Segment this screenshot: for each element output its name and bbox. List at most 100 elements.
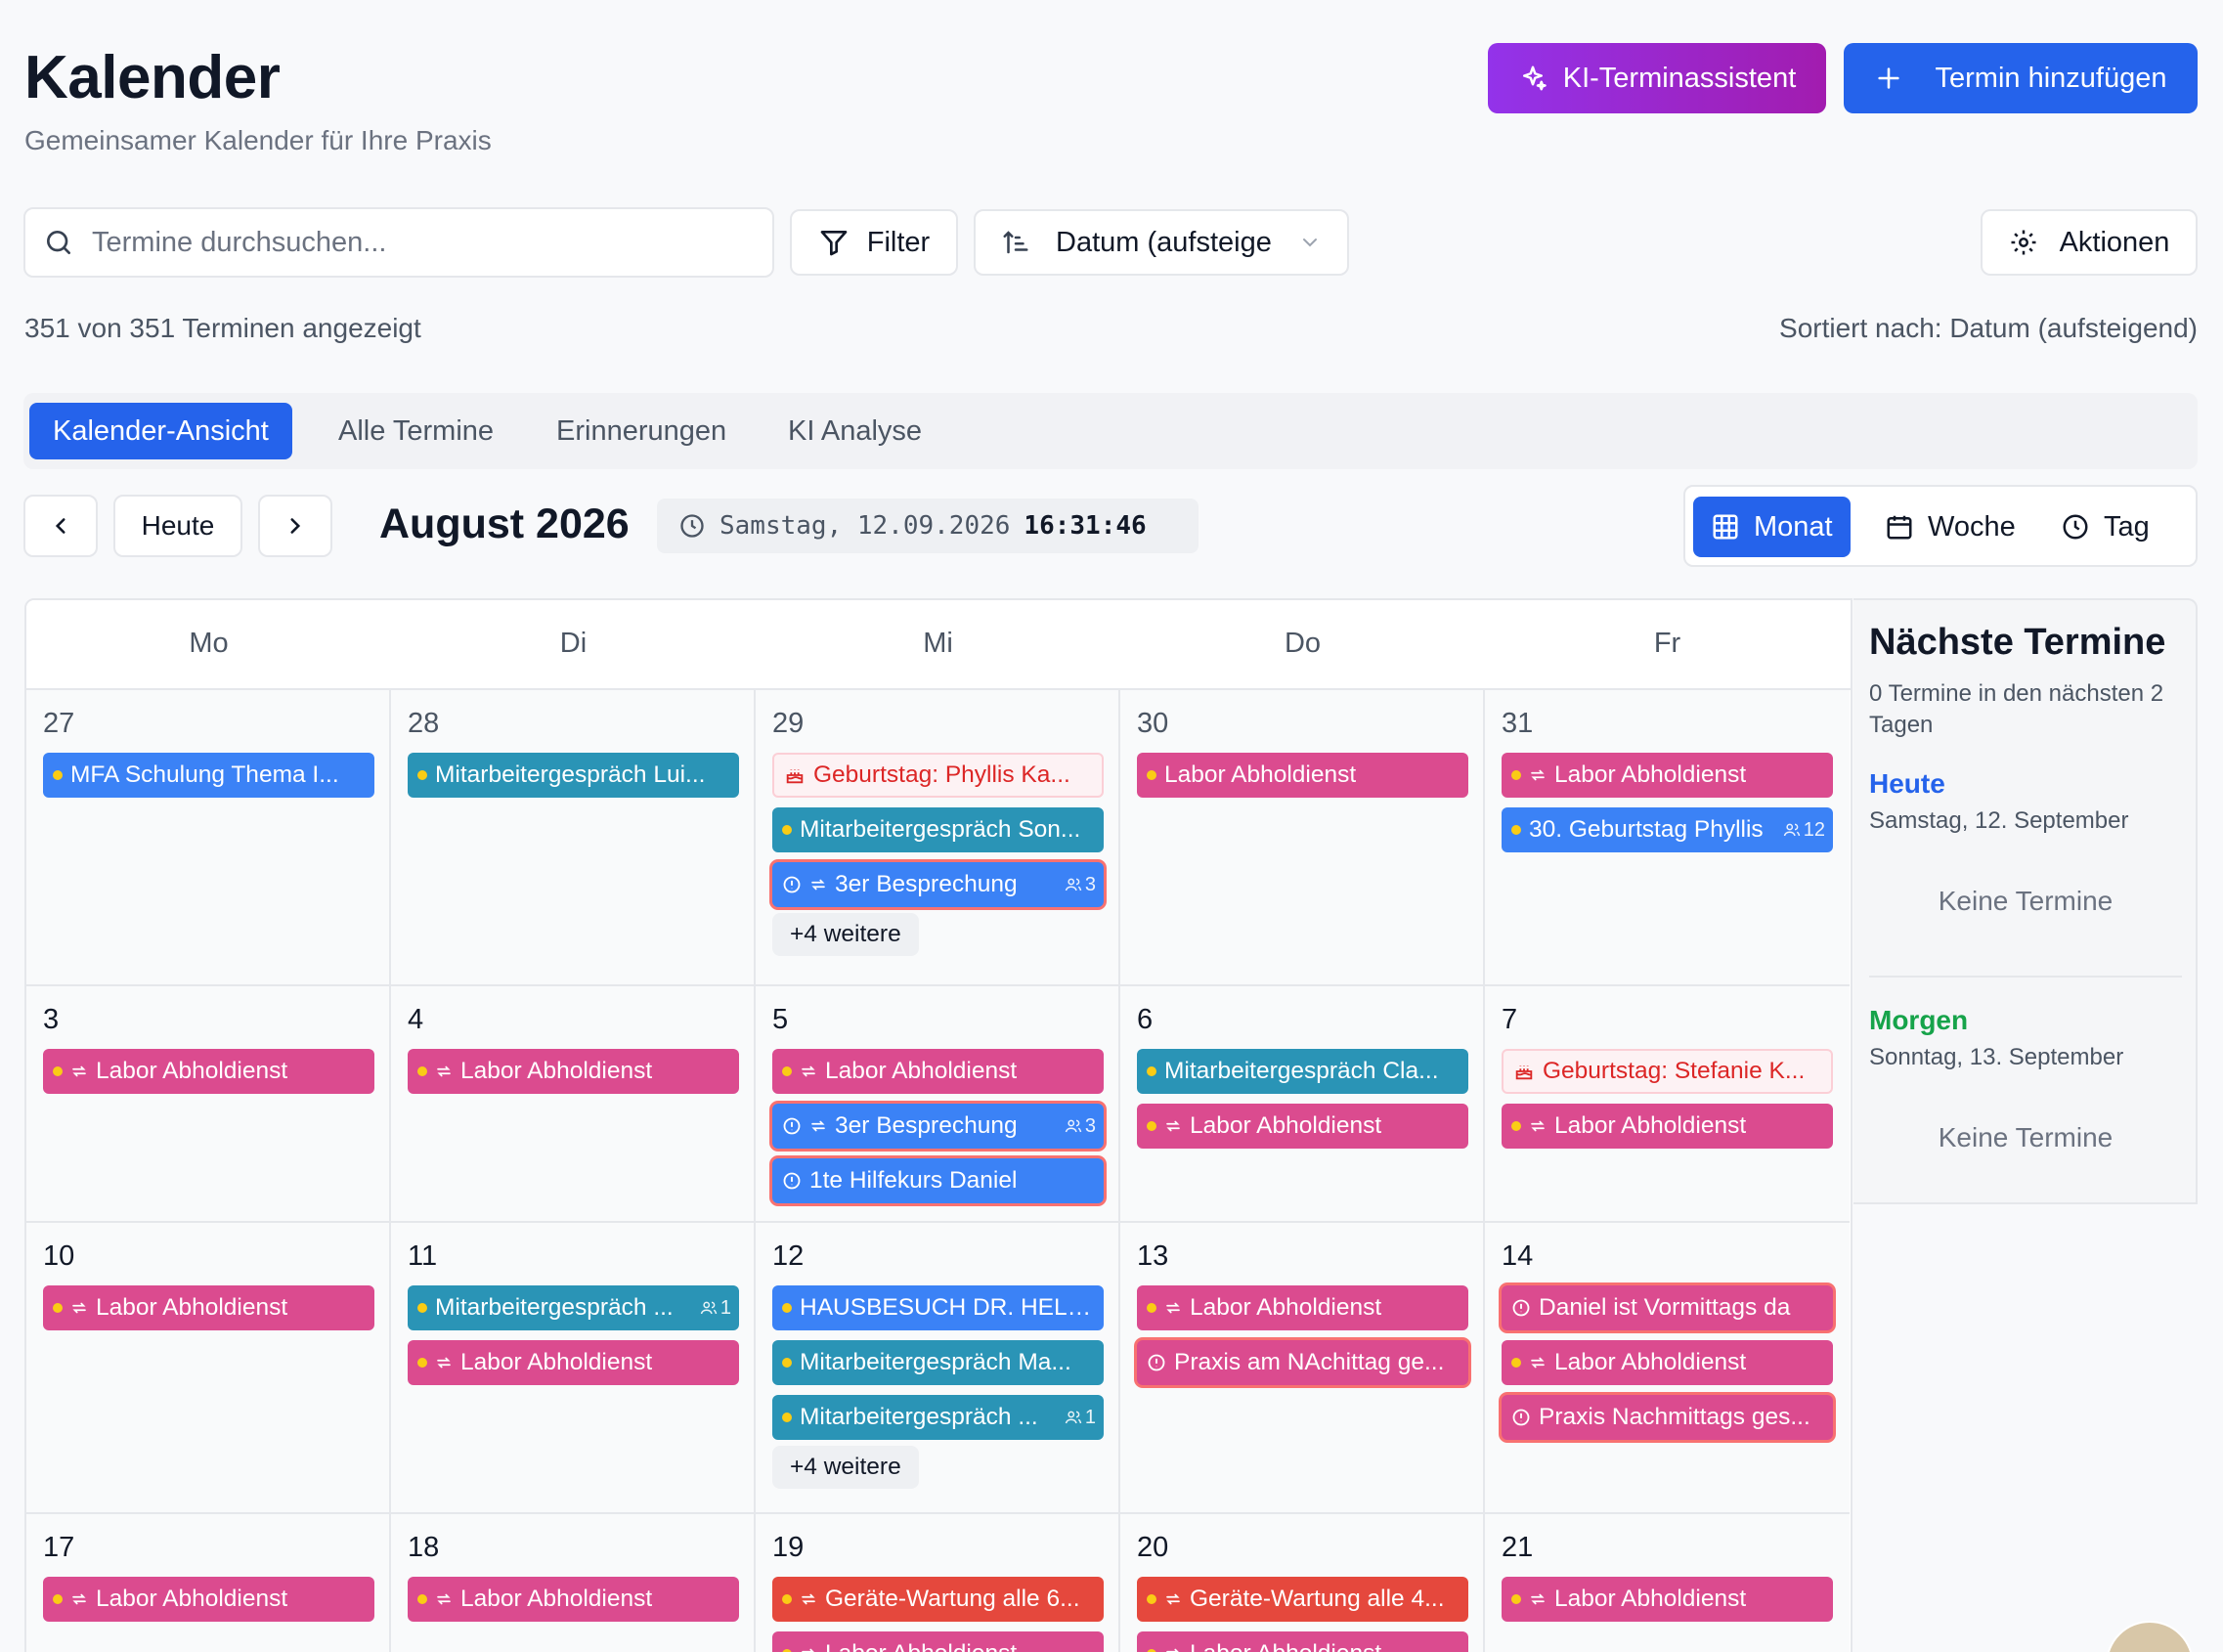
calendar-event[interactable]: Daniel ist Vormittags da — [1502, 1285, 1833, 1330]
day-cell[interactable]: 28 Mitarbeitergespräch Lui... — [391, 690, 756, 986]
repeat-icon — [70, 1590, 88, 1608]
event-title: Labor Abholdienst — [1190, 1294, 1382, 1321]
more-events-button[interactable]: +4 weitere — [772, 1446, 919, 1489]
add-appointment-button[interactable]: Termin hinzufügen — [1844, 43, 2198, 113]
search-input[interactable] — [92, 226, 727, 259]
sort-select[interactable]: Datum (aufsteigend) — [974, 209, 1349, 276]
calendar-event[interactable]: Mitarbeitergespräch Son... — [772, 807, 1104, 852]
ai-assistant-button[interactable]: KI-Terminassistent — [1488, 43, 1826, 113]
repeat-icon — [800, 1590, 817, 1608]
calendar-event[interactable]: Labor Abholdienst — [43, 1577, 374, 1622]
day-number: 29 — [772, 708, 805, 739]
view-day-button[interactable]: Tag — [2043, 497, 2167, 557]
status-dot — [1511, 825, 1521, 835]
today-date: Samstag, 12. September — [1869, 807, 2129, 834]
add-appointment-label: Termin hinzufügen — [1935, 62, 2167, 94]
next-month-button[interactable] — [258, 495, 332, 557]
event-title: Mitarbeitergespräch ... — [435, 1294, 674, 1321]
calendar-event[interactable]: Labor Abholdienst — [1137, 1104, 1468, 1149]
day-cell[interactable]: 4 Labor Abholdienst — [391, 986, 756, 1223]
avatar[interactable] — [2106, 1621, 2194, 1652]
calendar-event[interactable]: Geburtstag: Phyllis Ka... — [772, 753, 1104, 798]
calendar-event[interactable]: Mitarbeitergespräch Lui... — [408, 753, 739, 798]
calendar-event[interactable]: 3er Besprechung 3 — [772, 862, 1104, 907]
calendar-event[interactable]: Geburtstag: Stefanie K... — [1502, 1049, 1833, 1094]
event-title: Labor Abholdienst — [1554, 1112, 1747, 1139]
tab-calendar-view[interactable]: Kalender-Ansicht — [29, 403, 292, 459]
repeat-icon — [435, 1063, 453, 1080]
day-cell[interactable]: 7 Geburtstag: Stefanie K... Labor Abholdie… — [1485, 986, 1850, 1223]
day-cell[interactable]: 13 Labor Abholdienst Praxis am NAchittag g… — [1120, 1223, 1485, 1514]
status-dot — [417, 1358, 427, 1368]
day-number: 20 — [1137, 1532, 1169, 1563]
day-cell[interactable]: 3 Labor Abholdienst — [26, 986, 391, 1223]
calendar-event[interactable]: Labor Abholdienst — [1502, 1104, 1833, 1149]
view-week-button[interactable]: Woche — [1867, 497, 2033, 557]
calendar-event[interactable]: Labor Abholdienst — [408, 1340, 739, 1385]
calendar-event[interactable]: Mitarbeitergespräch Ma... — [772, 1340, 1104, 1385]
day-cell[interactable]: 30 Labor Abholdienst — [1120, 690, 1485, 986]
calendar-event[interactable]: HAUSBESUCH DR. HELB... — [772, 1285, 1104, 1330]
day-cell[interactable]: 18 Labor Abholdienst — [391, 1514, 756, 1652]
month-title: August 2026 — [379, 500, 630, 547]
status-dot — [417, 770, 427, 780]
day-cell[interactable]: 11 Mitarbeitergespräch ... 1 Labor Abholdie… — [391, 1223, 756, 1514]
day-cell[interactable]: 14 Daniel ist Vormittags da Labor Abholdie… — [1485, 1223, 1850, 1514]
sort-ascending-icon — [1001, 228, 1030, 257]
calendar-event[interactable]: Labor Abholdienst — [1137, 1285, 1468, 1330]
tab-reminders[interactable]: Erinnerungen — [556, 403, 726, 459]
status-dot — [782, 1358, 792, 1368]
calendar-event[interactable]: Labor Abholdienst — [1502, 753, 1833, 798]
actions-button[interactable]: Aktionen — [1981, 209, 2198, 276]
calendar-event[interactable]: Labor Abholdienst — [43, 1285, 374, 1330]
calendar-event[interactable]: MFA Schulung Thema I... — [43, 753, 374, 798]
calendar-event[interactable]: 30. Geburtstag Phyllis 12 — [1502, 807, 1833, 852]
view-month-button[interactable]: Monat — [1693, 497, 1851, 557]
day-cell[interactable]: 12 HAUSBESUCH DR. HELB... Mitarbeitergespr… — [756, 1223, 1120, 1514]
today-button[interactable]: Heute — [113, 495, 242, 557]
calendar-event[interactable]: Mitarbeitergespräch ... 1 — [408, 1285, 739, 1330]
weekday-fr: Fr — [1653, 628, 1681, 659]
day-cell[interactable]: 10 Labor Abholdienst — [26, 1223, 391, 1514]
previous-month-button[interactable] — [23, 495, 98, 557]
event-title: 30. Geburtstag Phyllis — [1529, 816, 1764, 843]
tab-ai-analysis[interactable]: KI Analyse — [788, 403, 922, 459]
more-events-button[interactable]: +4 weitere — [772, 913, 919, 956]
calendar-event[interactable]: Geräte-Wartung alle 6... — [772, 1577, 1104, 1622]
day-cell[interactable]: 19 Geräte-Wartung alle 6... Labor Abholdie… — [756, 1514, 1120, 1652]
alert-icon — [782, 1116, 802, 1136]
status-dot — [782, 1594, 792, 1604]
calendar-event[interactable]: 1te Hilfekurs Daniel — [772, 1158, 1104, 1203]
calendar-event[interactable]: Labor Abholdienst — [772, 1049, 1104, 1094]
calendar-event[interactable]: Mitarbeitergespräch ... 1 — [772, 1395, 1104, 1440]
day-cell[interactable]: 5 Labor Abholdienst 3er Besprechung 3 1te Hi… — [756, 986, 1120, 1223]
day-cell[interactable]: 6 Mitarbeitergespräch Cla... Labor Abholdi… — [1120, 986, 1485, 1223]
day-cell[interactable]: 17 Labor Abholdienst — [26, 1514, 391, 1652]
calendar-event[interactable]: Praxis am NAchittag ge... — [1137, 1340, 1468, 1385]
calendar-event[interactable]: 3er Besprechung 3 — [772, 1104, 1104, 1149]
day-cell[interactable]: 20 Geräte-Wartung alle 4... Labor Abholdie… — [1120, 1514, 1485, 1652]
day-cell[interactable]: 21 Labor Abholdienst — [1485, 1514, 1850, 1652]
calendar-event[interactable]: Labor Abholdienst — [772, 1631, 1104, 1652]
calendar-event[interactable]: Geräte-Wartung alle 4... — [1137, 1577, 1468, 1622]
calendar-event[interactable]: Labor Abholdienst — [43, 1049, 374, 1094]
calendar-event[interactable]: Labor Abholdienst — [1502, 1577, 1833, 1622]
divider — [1869, 976, 2182, 978]
calendar-event[interactable]: Labor Abholdienst — [1502, 1340, 1833, 1385]
calendar-event[interactable]: Labor Abholdienst — [1137, 753, 1468, 798]
day-cell[interactable]: 27 MFA Schulung Thema I... — [26, 690, 391, 986]
calendar-event[interactable]: Labor Abholdienst — [1137, 1631, 1468, 1652]
calendar-event[interactable]: Praxis Nachmittags ges... — [1502, 1395, 1833, 1440]
day-number: 3 — [43, 1004, 60, 1035]
tab-all-appointments[interactable]: Alle Termine — [338, 403, 494, 459]
tomorrow-date: Sonntag, 13. September — [1869, 1044, 2124, 1070]
calendar-event[interactable]: Mitarbeitergespräch Cla... — [1137, 1049, 1468, 1094]
calendar-event[interactable]: Labor Abholdienst — [408, 1577, 739, 1622]
day-cell[interactable]: 31 Labor Abholdienst 30. Geburtstag Phylli… — [1485, 690, 1850, 986]
participants-number: 3 — [1084, 1114, 1096, 1137]
repeat-icon — [809, 876, 827, 893]
calendar-event[interactable]: Labor Abholdienst — [408, 1049, 739, 1094]
filter-button[interactable]: Filter — [790, 209, 958, 276]
day-cell[interactable]: 29 Geburtstag: Phyllis Ka... Mitarbeiterge… — [756, 690, 1120, 986]
event-title: Praxis Nachmittags ges... — [1539, 1404, 1810, 1430]
